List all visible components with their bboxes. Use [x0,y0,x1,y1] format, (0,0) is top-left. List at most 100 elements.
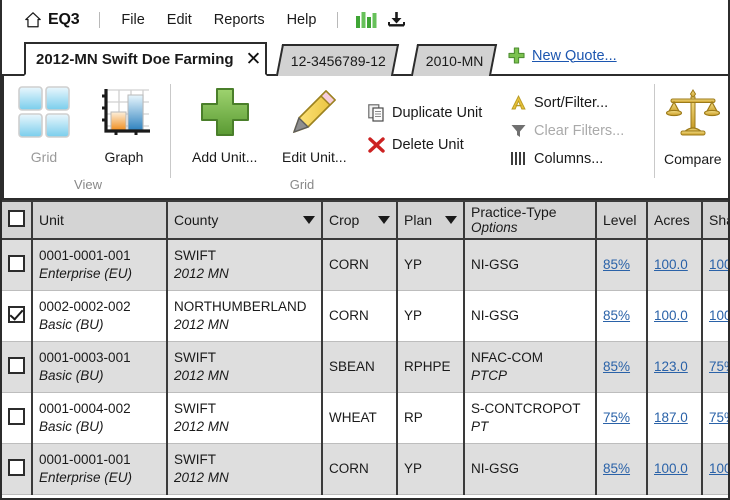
row-checkbox[interactable] [8,458,25,476]
table-row[interactable]: 0002-0002-002 Basic (BU) NORTHUMBERLAND … [2,290,728,342]
view-grid-button[interactable]: Grid [16,84,72,165]
cell-share[interactable]: 75% [702,341,728,393]
compare-button[interactable]: Compare [664,86,722,167]
table-row[interactable]: 0001-0003-001 Basic (BU) SWIFT 2012 MN S… [2,341,728,393]
header-county[interactable]: County [167,200,323,240]
table-row[interactable]: 0001-0004-002 Basic (BU) SWIFT 2012 MN W… [2,392,728,444]
cell-share[interactable]: 100 [702,443,728,495]
tab-active-quote[interactable]: 2012-MN Swift Doe Farming ✕ [24,42,268,76]
menu-item-reports[interactable]: Reports [214,12,265,28]
practice-options: PT [471,418,489,434]
chevron-down-icon[interactable] [303,216,315,224]
header-share-label: Share [709,212,728,228]
acres-link[interactable]: 123.0 [654,359,688,374]
unit-type: Enterprise (EU) [39,265,133,281]
menu-separator-1 [99,11,101,28]
level-link[interactable]: 85% [603,308,630,323]
level-link[interactable]: 85% [603,461,630,476]
share-link[interactable]: 75% [709,359,728,374]
row-checkbox[interactable] [8,254,25,272]
application-window: EQ3 File Edit Reports Help 12-3456789-12… [0,0,730,500]
cell-acres[interactable]: 187.0 [647,392,703,444]
header-share[interactable]: Share [702,200,728,240]
columns-label: Columns... [534,150,604,167]
row-select-cell[interactable] [2,341,33,393]
download-icon[interactable] [387,11,406,28]
cell-acres[interactable]: 100.0 [647,443,703,495]
header-practice-type[interactable]: Practice-Type Options [464,200,597,240]
header-plan[interactable]: Plan [397,200,465,240]
ribbon-toolbar: Grid Graph View Add Unit... Edit Unit...… [2,76,728,200]
view-graph-button[interactable]: Graph [96,84,152,165]
acres-link[interactable]: 100.0 [654,461,688,476]
cell-practice-type: NI-GSG [464,239,597,291]
share-link[interactable]: 75% [709,410,728,425]
cell-level[interactable]: 75% [596,392,648,444]
header-acres[interactable]: Acres [647,200,703,240]
acres-link[interactable]: 100.0 [654,257,688,272]
duplicate-unit-button[interactable]: Duplicate Unit [368,104,482,122]
tab-2010-mn[interactable]: 2010-MN [410,44,497,76]
level-link[interactable]: 75% [603,410,630,425]
close-icon[interactable]: ✕ [246,50,262,69]
graph-icon [96,84,152,145]
cell-share[interactable]: 75% [702,392,728,444]
chevron-down-icon[interactable] [445,216,457,224]
sort-filter-button[interactable]: Sort/Filter... [510,94,608,111]
row-select-cell[interactable] [2,392,33,444]
cell-plan: YP [397,443,465,495]
level-link[interactable]: 85% [603,359,630,374]
cell-acres[interactable]: 123.0 [647,341,703,393]
brand-label: EQ3 [48,10,80,28]
header-level[interactable]: Level [596,200,648,240]
ribbon-group-grid-label: Grid [289,177,315,192]
header-unit[interactable]: Unit [32,200,168,240]
level-link[interactable]: 85% [603,257,630,272]
edit-unit-button[interactable]: Edit Unit... [282,84,347,165]
share-link[interactable]: 100 [709,257,728,272]
compare-label: Compare [664,151,722,167]
table-row[interactable]: 0001-0001-001 Enterprise (EU) SWIFT 2012… [2,443,728,495]
cell-acres[interactable]: 100.0 [647,290,703,342]
tab-12-3456789-12[interactable]: 12-3456789-12 [275,44,400,76]
header-level-label: Level [603,212,637,228]
unit-type: Basic (BU) [39,418,104,434]
row-checkbox[interactable] [8,356,25,374]
menu-item-file[interactable]: File [121,12,144,28]
cell-plan: RP [397,392,465,444]
county-name: NORTHUMBERLAND [174,298,307,314]
cell-level[interactable]: 85% [596,443,648,495]
row-checkbox[interactable] [8,305,25,323]
columns-button[interactable]: Columns... [510,150,603,167]
acres-link[interactable]: 187.0 [654,410,688,425]
share-link[interactable]: 100 [709,308,728,323]
share-link[interactable]: 100 [709,461,728,476]
new-quote-label[interactable]: New Quote... [532,48,617,64]
cell-share[interactable]: 100 [702,290,728,342]
table-row[interactable]: 0001-0001-001 Enterprise (EU) SWIFT 2012… [2,239,728,291]
acres-link[interactable]: 100.0 [654,308,688,323]
edit-unit-label: Edit Unit... [282,149,347,165]
delete-unit-button[interactable]: Delete Unit [368,136,464,154]
bar-chart-icon[interactable] [352,11,387,28]
row-checkbox[interactable] [8,407,25,425]
new-quote-button[interactable]: New Quote... [508,47,621,64]
header-select-all[interactable] [2,200,33,240]
row-select-cell[interactable] [2,290,33,342]
cell-acres[interactable]: 100.0 [647,239,703,291]
header-crop[interactable]: Crop [322,200,398,240]
chevron-down-icon[interactable] [378,216,390,224]
cell-share[interactable]: 100 [702,239,728,291]
add-unit-button[interactable]: Add Unit... [192,84,257,165]
row-select-cell[interactable] [2,239,33,291]
menu-item-help[interactable]: Help [287,12,317,28]
cell-level[interactable]: 85% [596,239,648,291]
cell-level[interactable]: 85% [596,290,648,342]
home-icon[interactable] [24,11,48,29]
cell-level[interactable]: 85% [596,341,648,393]
unit-id: 0001-0003-001 [39,349,131,365]
row-select-cell[interactable] [2,443,33,495]
menu-item-edit[interactable]: Edit [167,12,192,28]
select-all-checkbox[interactable] [8,210,25,227]
table-header-row: Unit County Crop Plan Practice-Type Opti… [2,200,728,240]
